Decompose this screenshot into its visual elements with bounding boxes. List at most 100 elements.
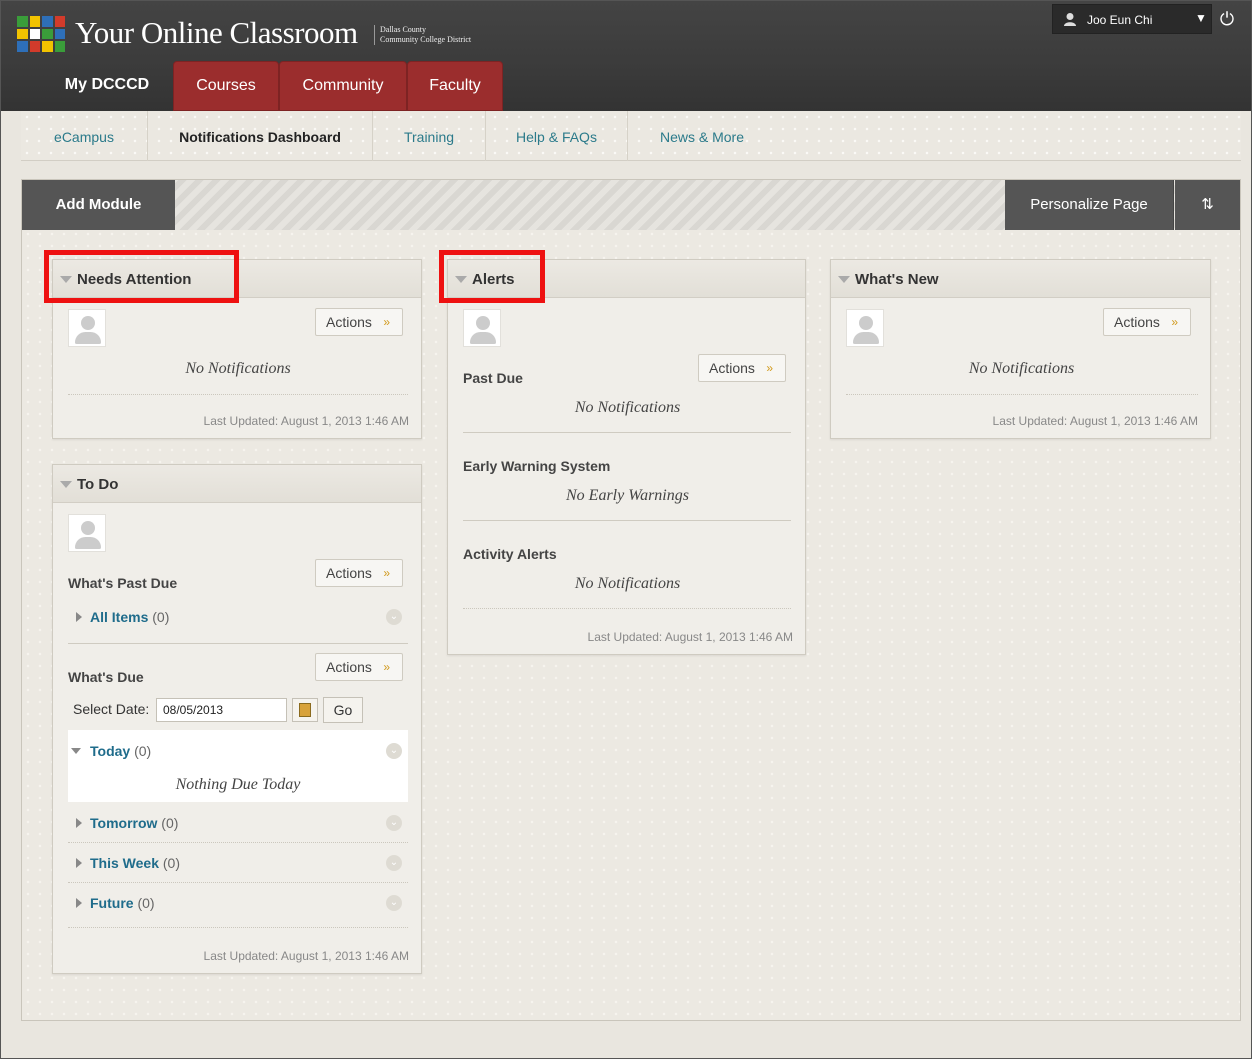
avatar [846,309,884,347]
collapse-triangle-icon[interactable] [455,276,467,283]
user-icon [1064,13,1076,26]
add-module-button[interactable]: Add Module [22,180,175,230]
district-name: Dallas County Community College District [374,25,471,45]
this-week-link[interactable]: This Week (0) [90,855,180,871]
subnav-help-faqs[interactable]: Help & FAQs [486,111,628,161]
actions-button[interactable]: Actions » [698,354,786,382]
divider [463,608,791,609]
actions-button[interactable]: Actions » [1103,308,1191,336]
no-notifications-message: No Notifications [574,399,681,416]
divider [68,643,408,644]
chevron-down-circle-icon[interactable]: ⌄ [386,743,402,759]
last-updated: Last Updated: August 1, 2013 1:46 AM [992,414,1198,428]
actions-label: Actions [326,314,372,330]
user-name: Joo Eun Chi [1087,13,1153,27]
collapse-triangle-icon[interactable] [60,481,72,488]
reorder-icon[interactable]: ⇅ [1175,180,1240,230]
site-header: Your Online Classroom Dallas County Comm… [1,1,1251,111]
avatar [68,309,106,347]
subnav-notifications-dashboard[interactable]: Notifications Dashboard [148,111,373,161]
last-updated: Last Updated: August 1, 2013 1:46 AM [203,949,409,963]
actions-label: Actions [326,659,372,675]
power-icon[interactable]: ⏻ [1214,5,1240,33]
date-field[interactable]: 08/05/2013 [156,698,287,722]
all-items-link[interactable]: All Items (0) [90,609,169,625]
site-title[interactable]: Your Online Classroom [75,15,358,51]
past-due-label: Past Due [463,370,523,386]
divider [463,432,791,433]
all-items-row[interactable]: All Items (0) ⌄ [68,597,408,637]
collapse-triangle-icon[interactable] [60,276,72,283]
double-chevron-down-icon: » [383,566,390,580]
module-title: To Do [77,476,119,493]
nothing-due-message: Nothing Due Today [175,776,301,793]
double-chevron-down-icon: » [766,361,773,375]
chevron-down-icon[interactable]: ▼ [1195,11,1207,25]
subnav-training[interactable]: Training [373,111,486,161]
divider [68,927,408,928]
module-header[interactable]: Needs Attention [53,260,421,298]
dcccd-logo[interactable] [17,16,65,52]
module-header[interactable]: What's New [831,260,1210,298]
chevron-down-circle-icon[interactable]: ⌄ [386,855,402,871]
avatar [68,514,106,552]
collapse-triangle-icon[interactable] [71,748,81,754]
today-link[interactable]: Today (0) [90,743,151,759]
personalize-page-button[interactable]: Personalize Page [1005,180,1174,230]
district-name-line2: Community College District [380,35,472,44]
divider [463,520,791,521]
tab-my-dcccd[interactable]: My DCCCD [51,61,163,111]
user-menu[interactable]: Joo Eun Chi ▼ [1052,4,1212,34]
double-chevron-down-icon: » [1171,315,1178,329]
expand-triangle-icon[interactable] [76,818,82,828]
tab-community[interactable]: Community [279,61,407,111]
divider [846,394,1198,395]
module-header[interactable]: To Do [53,465,421,503]
actions-button[interactable]: Actions » [315,653,403,681]
chevron-down-circle-icon[interactable]: ⌄ [386,895,402,911]
subnav-news-more[interactable]: News & More [628,111,776,161]
future-link[interactable]: Future (0) [90,895,155,911]
subnav-ecampus[interactable]: eCampus [21,111,148,161]
tab-courses[interactable]: Courses [173,61,279,111]
module-header[interactable]: Alerts [448,260,805,298]
district-name-line1: Dallas County [380,25,426,34]
module-needs-attention: Needs Attention Actions » No Notification… [52,259,422,439]
module-title: What's New [855,271,939,288]
future-row[interactable]: Future (0) ⌄ [68,883,408,923]
actions-button[interactable]: Actions » [315,559,403,587]
today-row[interactable]: Today (0) ⌄ [68,731,408,771]
whats-due-label: What's Due [68,669,144,685]
last-updated: Last Updated: August 1, 2013 1:46 AM [203,414,409,428]
tomorrow-row[interactable]: Tomorrow (0) ⌄ [68,803,408,843]
actions-button[interactable]: Actions » [315,308,403,336]
page-toolbar: Add Module Personalize Page ⇅ [22,180,1240,230]
collapse-triangle-icon[interactable] [838,276,850,283]
chevron-down-circle-icon[interactable]: ⌄ [386,815,402,831]
expand-triangle-icon[interactable] [76,858,82,868]
sub-navigation: eCampus Notifications Dashboard Training… [21,111,1241,161]
go-button[interactable]: Go [323,697,363,723]
module-whats-new: What's New Actions » No Notifications Las… [830,259,1211,439]
expand-triangle-icon[interactable] [76,612,82,622]
module-title: Alerts [472,271,515,288]
chevron-down-circle-icon[interactable]: ⌄ [386,609,402,625]
no-early-warnings-message: No Early Warnings [566,487,689,504]
divider [68,394,408,395]
calendar-button[interactable] [292,698,318,722]
double-chevron-down-icon: » [383,660,390,674]
actions-label: Actions [709,360,755,376]
whats-past-due-label: What's Past Due [68,575,178,591]
expand-triangle-icon[interactable] [76,898,82,908]
activity-alerts-label: Activity Alerts [463,546,557,562]
last-updated: Last Updated: August 1, 2013 1:46 AM [587,630,793,644]
no-notifications-message: No Notifications [185,360,291,377]
actions-label: Actions [1114,314,1160,330]
tomorrow-link[interactable]: Tomorrow (0) [90,815,178,831]
tab-faculty[interactable]: Faculty [407,61,503,111]
module-title: Needs Attention [77,271,192,288]
this-week-row[interactable]: This Week (0) ⌄ [68,843,408,883]
dashboard-page: Add Module Personalize Page ⇅ Needs Atte… [21,179,1241,1021]
actions-label: Actions [326,565,372,581]
calendar-icon [299,703,311,717]
